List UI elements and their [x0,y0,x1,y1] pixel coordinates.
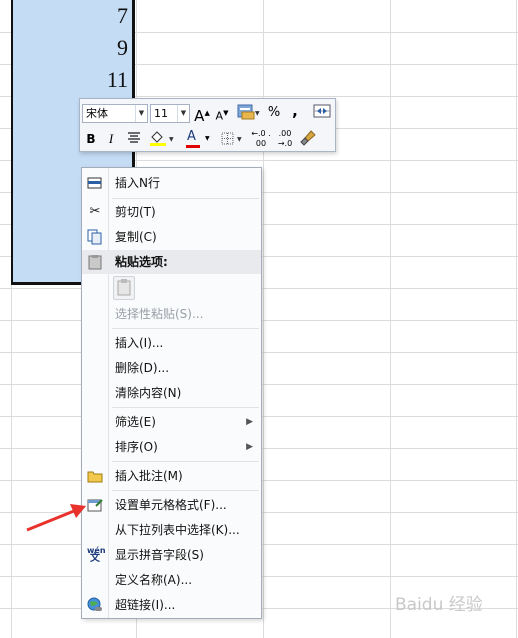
watermark: Baidu 经验 [395,595,483,615]
annotation-arrow [26,504,86,532]
